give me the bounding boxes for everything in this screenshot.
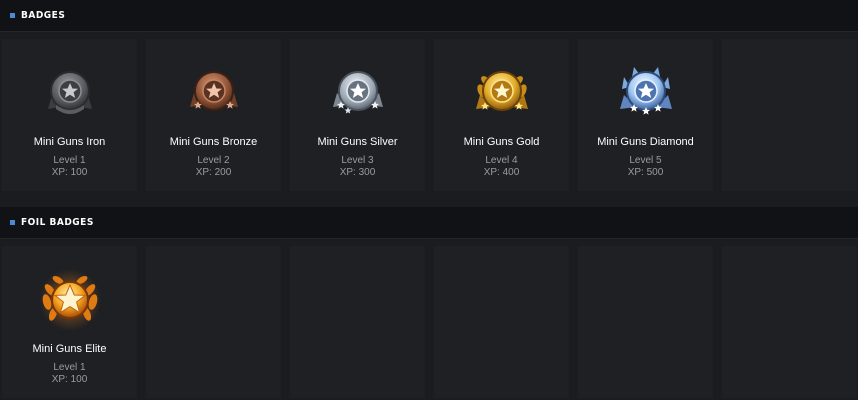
section-marker-icon [10, 220, 15, 225]
foil-badges-section-header: FOIL BADGES [0, 207, 858, 239]
iron-badge-icon [47, 71, 92, 114]
foil-badge-grid: Mini Guns Elite Level 1 XP: 100 [0, 239, 858, 398]
gold-badge-icon [475, 71, 528, 111]
badge-level: Level 1 [53, 155, 86, 166]
badges-section-header: BADGES [0, 0, 858, 32]
badge-name: Mini Guns Diamond [597, 136, 694, 148]
badge-xp: XP: 100 [51, 167, 88, 178]
badge-xp: XP: 100 [51, 374, 88, 385]
badge-card-gold[interactable]: Mini Guns Gold Level 4 XP: 400 [434, 39, 569, 191]
badge-level: Level 5 [629, 155, 662, 166]
badge-level: Level 2 [197, 155, 230, 166]
badge-card-empty [290, 246, 425, 398]
badge-level: Level 3 [341, 155, 374, 166]
badge-card-empty [722, 246, 857, 398]
badge-name: Mini Guns Silver [317, 136, 398, 148]
badge-card-silver[interactable]: Mini Guns Silver Level 3 XP: 300 [290, 39, 425, 191]
badge-xp: XP: 300 [339, 167, 376, 178]
badge-card-empty [722, 39, 857, 191]
diamond-badge-icon [619, 67, 672, 115]
bronze-badge-icon [189, 71, 238, 111]
section-title: FOIL BADGES [21, 217, 94, 228]
badge-xp: XP: 500 [627, 167, 664, 178]
silver-badge-icon [332, 71, 383, 114]
badge-card-bronze[interactable]: Mini Guns Bronze Level 2 XP: 200 [146, 39, 281, 191]
badge-grid: Mini Guns Iron Level 1 XP: 100 Mini Guns… [0, 32, 858, 191]
badge-xp: XP: 200 [195, 167, 232, 178]
badge-card-empty [434, 246, 569, 398]
badge-level: Level 1 [53, 362, 86, 373]
foil-badges-section: FOIL BADGES Mini Guns Elite Level 1 XP: … [0, 207, 858, 398]
badge-card-diamond[interactable]: Mini Guns Diamond Level 5 XP: 500 [578, 39, 713, 191]
badge-name: Mini Guns Iron [33, 136, 106, 148]
badge-card-iron[interactable]: Mini Guns Iron Level 1 XP: 100 [2, 39, 137, 191]
badge-name: Mini Guns Bronze [169, 136, 258, 148]
section-marker-icon [10, 13, 15, 18]
section-title: BADGES [21, 10, 66, 21]
badge-card-empty [146, 246, 281, 398]
badge-name: Mini Guns Elite [32, 343, 107, 355]
badge-name: Mini Guns Gold [463, 136, 540, 148]
badge-card-elite[interactable]: Mini Guns Elite Level 1 XP: 100 [2, 246, 137, 398]
badge-level: Level 4 [485, 155, 518, 166]
elite-foil-badge-icon [38, 269, 101, 331]
badges-section: BADGES Mini Guns Iron Level 1 XP: 100 Mi… [0, 0, 858, 191]
badge-card-empty [578, 246, 713, 398]
badge-xp: XP: 400 [483, 167, 520, 178]
